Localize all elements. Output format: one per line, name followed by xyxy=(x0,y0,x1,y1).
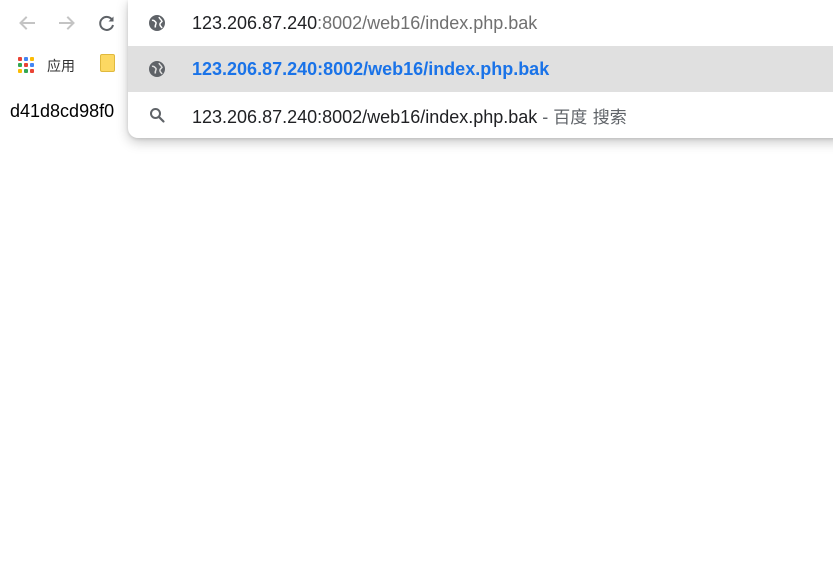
search-query: 123.206.87.240:8002/web16/index.php.bak xyxy=(192,106,538,127)
suggestion-url[interactable]: 123.206.87.240:8002/web16/index.php.bak xyxy=(128,46,833,92)
reload-icon xyxy=(99,15,114,31)
address-bar[interactable]: 123.206.87.240:8002/web16/index.php.bak xyxy=(128,0,833,46)
address-host: 123.206.87.240 xyxy=(192,12,318,33)
arrow-left-icon xyxy=(19,16,35,30)
back-button[interactable] xyxy=(12,8,42,38)
apps-grid-icon xyxy=(18,57,36,75)
forward-button[interactable] xyxy=(52,8,82,38)
globe-icon xyxy=(148,14,166,32)
arrow-right-icon xyxy=(59,16,75,30)
search-engine-label: 百度 搜索 xyxy=(553,107,627,128)
address-path: :8002/web16/index.php.bak xyxy=(317,12,538,33)
search-separator: - xyxy=(537,106,554,127)
globe-icon xyxy=(148,60,166,78)
omnibox-dropdown: 123.206.87.240:8002/web16/index.php.bak … xyxy=(128,0,833,138)
suggestion-url-text: 123.206.87.240:8002/web16/index.php.bak xyxy=(192,58,550,79)
apps-label: 应用 xyxy=(47,59,75,75)
apps-bookmark[interactable]: 应用 xyxy=(18,55,75,77)
search-icon xyxy=(148,106,166,124)
reload-button[interactable] xyxy=(92,8,122,38)
address-input[interactable]: 123.206.87.240:8002/web16/index.php.bak xyxy=(192,13,537,34)
suggestion-search[interactable]: 123.206.87.240:8002/web16/index.php.bak … xyxy=(128,92,833,138)
folder-icon[interactable] xyxy=(100,54,115,72)
suggestion-search-text: 123.206.87.240:8002/web16/index.php.bak … xyxy=(192,103,627,128)
page-content-text: d41d8cd98f0 xyxy=(10,101,115,121)
